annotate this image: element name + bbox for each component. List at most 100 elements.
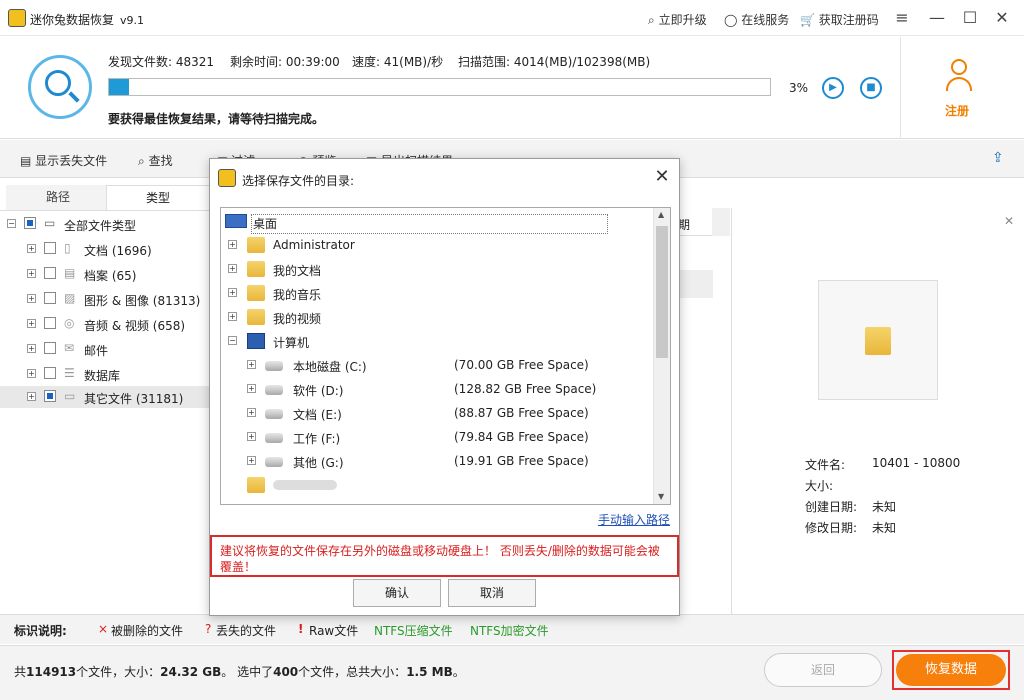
drive-icon <box>265 433 283 443</box>
expand-icon[interactable]: + <box>27 392 36 401</box>
tree-node-drive[interactable]: + 软件 (D:) (128.82 GB Free Space) <box>221 378 651 400</box>
tree-node-drive[interactable]: + 本地磁盘 (C:) (70.00 GB Free Space) <box>221 354 651 376</box>
search-icon: ⌕ <box>648 13 655 27</box>
expand-icon[interactable]: + <box>228 264 237 273</box>
maximize-icon[interactable]: ☐ <box>958 6 982 30</box>
tab-path[interactable]: 路径 <box>6 185 110 211</box>
tree-node-blurred[interactable] <box>221 474 651 496</box>
expand-icon[interactable]: + <box>247 456 256 465</box>
expand-icon[interactable]: + <box>247 432 256 441</box>
close-preview-icon[interactable]: ✕ <box>1004 214 1014 228</box>
tree-item-label: 档案 (65) <box>84 269 137 283</box>
tab-type[interactable]: 类型 <box>106 185 210 211</box>
upgrade-link[interactable]: ⌕ 立即升级 <box>648 11 707 28</box>
checkbox[interactable] <box>44 292 56 304</box>
expand-icon[interactable]: + <box>247 360 256 369</box>
expand-icon[interactable]: + <box>247 408 256 417</box>
online-service-link[interactable]: ◯ 在线服务 <box>724 11 789 28</box>
scrollbar-thumb[interactable] <box>656 226 668 358</box>
collapse-icon[interactable]: − <box>7 219 16 228</box>
confirm-button[interactable]: 确认 <box>353 579 441 607</box>
folder-tree[interactable]: 桌面 + Administrator + 我的文档 + 我的音乐 + 我的视频 … <box>220 207 671 505</box>
tree-scrollbar[interactable]: ▲ ▼ <box>653 208 670 504</box>
search-button[interactable]: ⌕ 查找 <box>138 152 173 169</box>
share-icon[interactable]: ⇪ <box>992 150 1004 166</box>
legend-lost: 丢失的文件 <box>216 624 277 638</box>
found-files-stat: 发现文件数: 48321 <box>108 53 214 70</box>
tree-node-administrator[interactable]: + Administrator <box>221 234 651 256</box>
minimize-icon[interactable]: — <box>925 6 949 30</box>
status-bar: 共114913个文件，大小：24.32 GB。 选中了400个文件，总共大小：1… <box>0 645 1024 700</box>
close-icon[interactable]: ✕ <box>652 167 672 187</box>
expand-icon[interactable]: + <box>228 240 237 249</box>
tree-item[interactable]: + ▤ 档案 (65) <box>0 263 210 285</box>
expand-icon[interactable]: + <box>27 319 36 328</box>
total-size: 24.32 GB <box>160 665 222 679</box>
scroll-down-icon[interactable]: ▼ <box>658 492 664 501</box>
scan-progress-bar <box>108 78 771 96</box>
tree-item-selected[interactable]: + ▭ 其它文件 (31181) <box>0 386 210 408</box>
tree-item-label: 文档 (1696) <box>84 244 152 258</box>
register-button[interactable]: 注册 <box>900 37 1024 139</box>
tree-node-my-videos[interactable]: + 我的视频 <box>221 306 651 328</box>
get-code-link[interactable]: 🛒 获取注册码 <box>800 11 879 28</box>
expand-icon[interactable]: + <box>247 384 256 393</box>
tree-item[interactable]: + ✉ 邮件 <box>0 338 210 360</box>
collapse-icon[interactable]: − <box>228 336 237 345</box>
expand-icon[interactable]: + <box>228 288 237 297</box>
show-lost-files-button[interactable]: ▤ 显示丢失文件 <box>20 152 107 169</box>
app-logo-icon <box>218 169 236 187</box>
show-lost-label: 显示丢失文件 <box>35 154 108 168</box>
expand-icon[interactable]: + <box>27 244 36 253</box>
close-icon[interactable]: ✕ <box>990 6 1014 30</box>
back-button[interactable]: 返回 <box>764 653 882 687</box>
file-list-row[interactable] <box>680 270 713 298</box>
app-logo-icon <box>8 9 26 27</box>
checkbox[interactable] <box>44 342 56 354</box>
tree-item[interactable]: + ▯ 文档 (1696) <box>0 238 210 260</box>
chat-icon: ◯ <box>724 13 738 27</box>
stop-icon[interactable]: ■ <box>860 77 882 99</box>
drive-free-space: (88.87 GB Free Space) <box>454 406 589 420</box>
checkbox[interactable] <box>44 367 56 379</box>
document-icon: ▯ <box>64 241 71 255</box>
expand-icon[interactable]: + <box>228 312 237 321</box>
scroll-up-icon[interactable]: ▲ <box>658 210 664 219</box>
tree-node-my-music[interactable]: + 我的音乐 <box>221 282 651 304</box>
drive-icon <box>265 409 283 419</box>
checkbox-root[interactable] <box>24 217 36 229</box>
tree-item[interactable]: + ▨ 图形 & 图像 (81313) <box>0 288 210 310</box>
list-scrollbar[interactable] <box>712 208 730 236</box>
checkbox[interactable] <box>44 390 56 402</box>
online-service-label: 在线服务 <box>741 13 790 27</box>
user-folder-icon <box>247 237 265 253</box>
file-type-panel: 路径 类型 − ▭ 全部文件类型 + ▯ 文档 (1696) + ▤ 档案 (6… <box>0 179 210 614</box>
tree-node-drive[interactable]: + 其他 (G:) (19.91 GB Free Space) <box>221 450 651 472</box>
tree-item[interactable]: + ◎ 音频 & 视频 (658) <box>0 313 210 335</box>
tree-node-computer[interactable]: − 计算机 <box>221 330 651 352</box>
tree-node-my-docs[interactable]: + 我的文档 <box>221 258 651 280</box>
tree-node-label: 计算机 <box>273 336 310 350</box>
expand-icon[interactable]: + <box>27 294 36 303</box>
tree-root[interactable]: − ▭ 全部文件类型 <box>0 213 210 235</box>
tree-node-drive[interactable]: + 工作 (F:) (79.84 GB Free Space) <box>221 426 651 448</box>
checkbox[interactable] <box>44 267 56 279</box>
checkbox[interactable] <box>44 242 56 254</box>
modified-date-value: 未知 <box>872 521 897 535</box>
cancel-button[interactable]: 取消 <box>448 579 536 607</box>
tree-node-label: 桌面 <box>251 214 609 234</box>
expand-icon[interactable]: + <box>27 344 36 353</box>
legend-raw: Raw文件 <box>309 624 359 638</box>
play-icon[interactable]: ▶ <box>822 77 844 99</box>
expand-icon[interactable]: + <box>27 369 36 378</box>
expand-icon[interactable]: + <box>27 269 36 278</box>
legend-bar: 标识说明: × 被删除的文件 ? 丢失的文件 ! Raw文件 NTFS压缩文件 … <box>0 614 1024 644</box>
manual-path-link[interactable]: 手动输入路径 <box>598 511 670 528</box>
tree-node-desktop[interactable]: 桌面 <box>221 210 651 234</box>
tree-node-drive[interactable]: + 文档 (E:) (88.87 GB Free Space) <box>221 402 651 424</box>
remaining-time-stat: 剩余时间: 00:39:00 <box>230 53 340 70</box>
menu-icon[interactable]: ≡ <box>890 6 914 30</box>
checkbox[interactable] <box>44 317 56 329</box>
recover-data-button[interactable]: 恢复数据 <box>896 654 1006 686</box>
tree-item[interactable]: + ☰ 数据库 <box>0 363 210 385</box>
